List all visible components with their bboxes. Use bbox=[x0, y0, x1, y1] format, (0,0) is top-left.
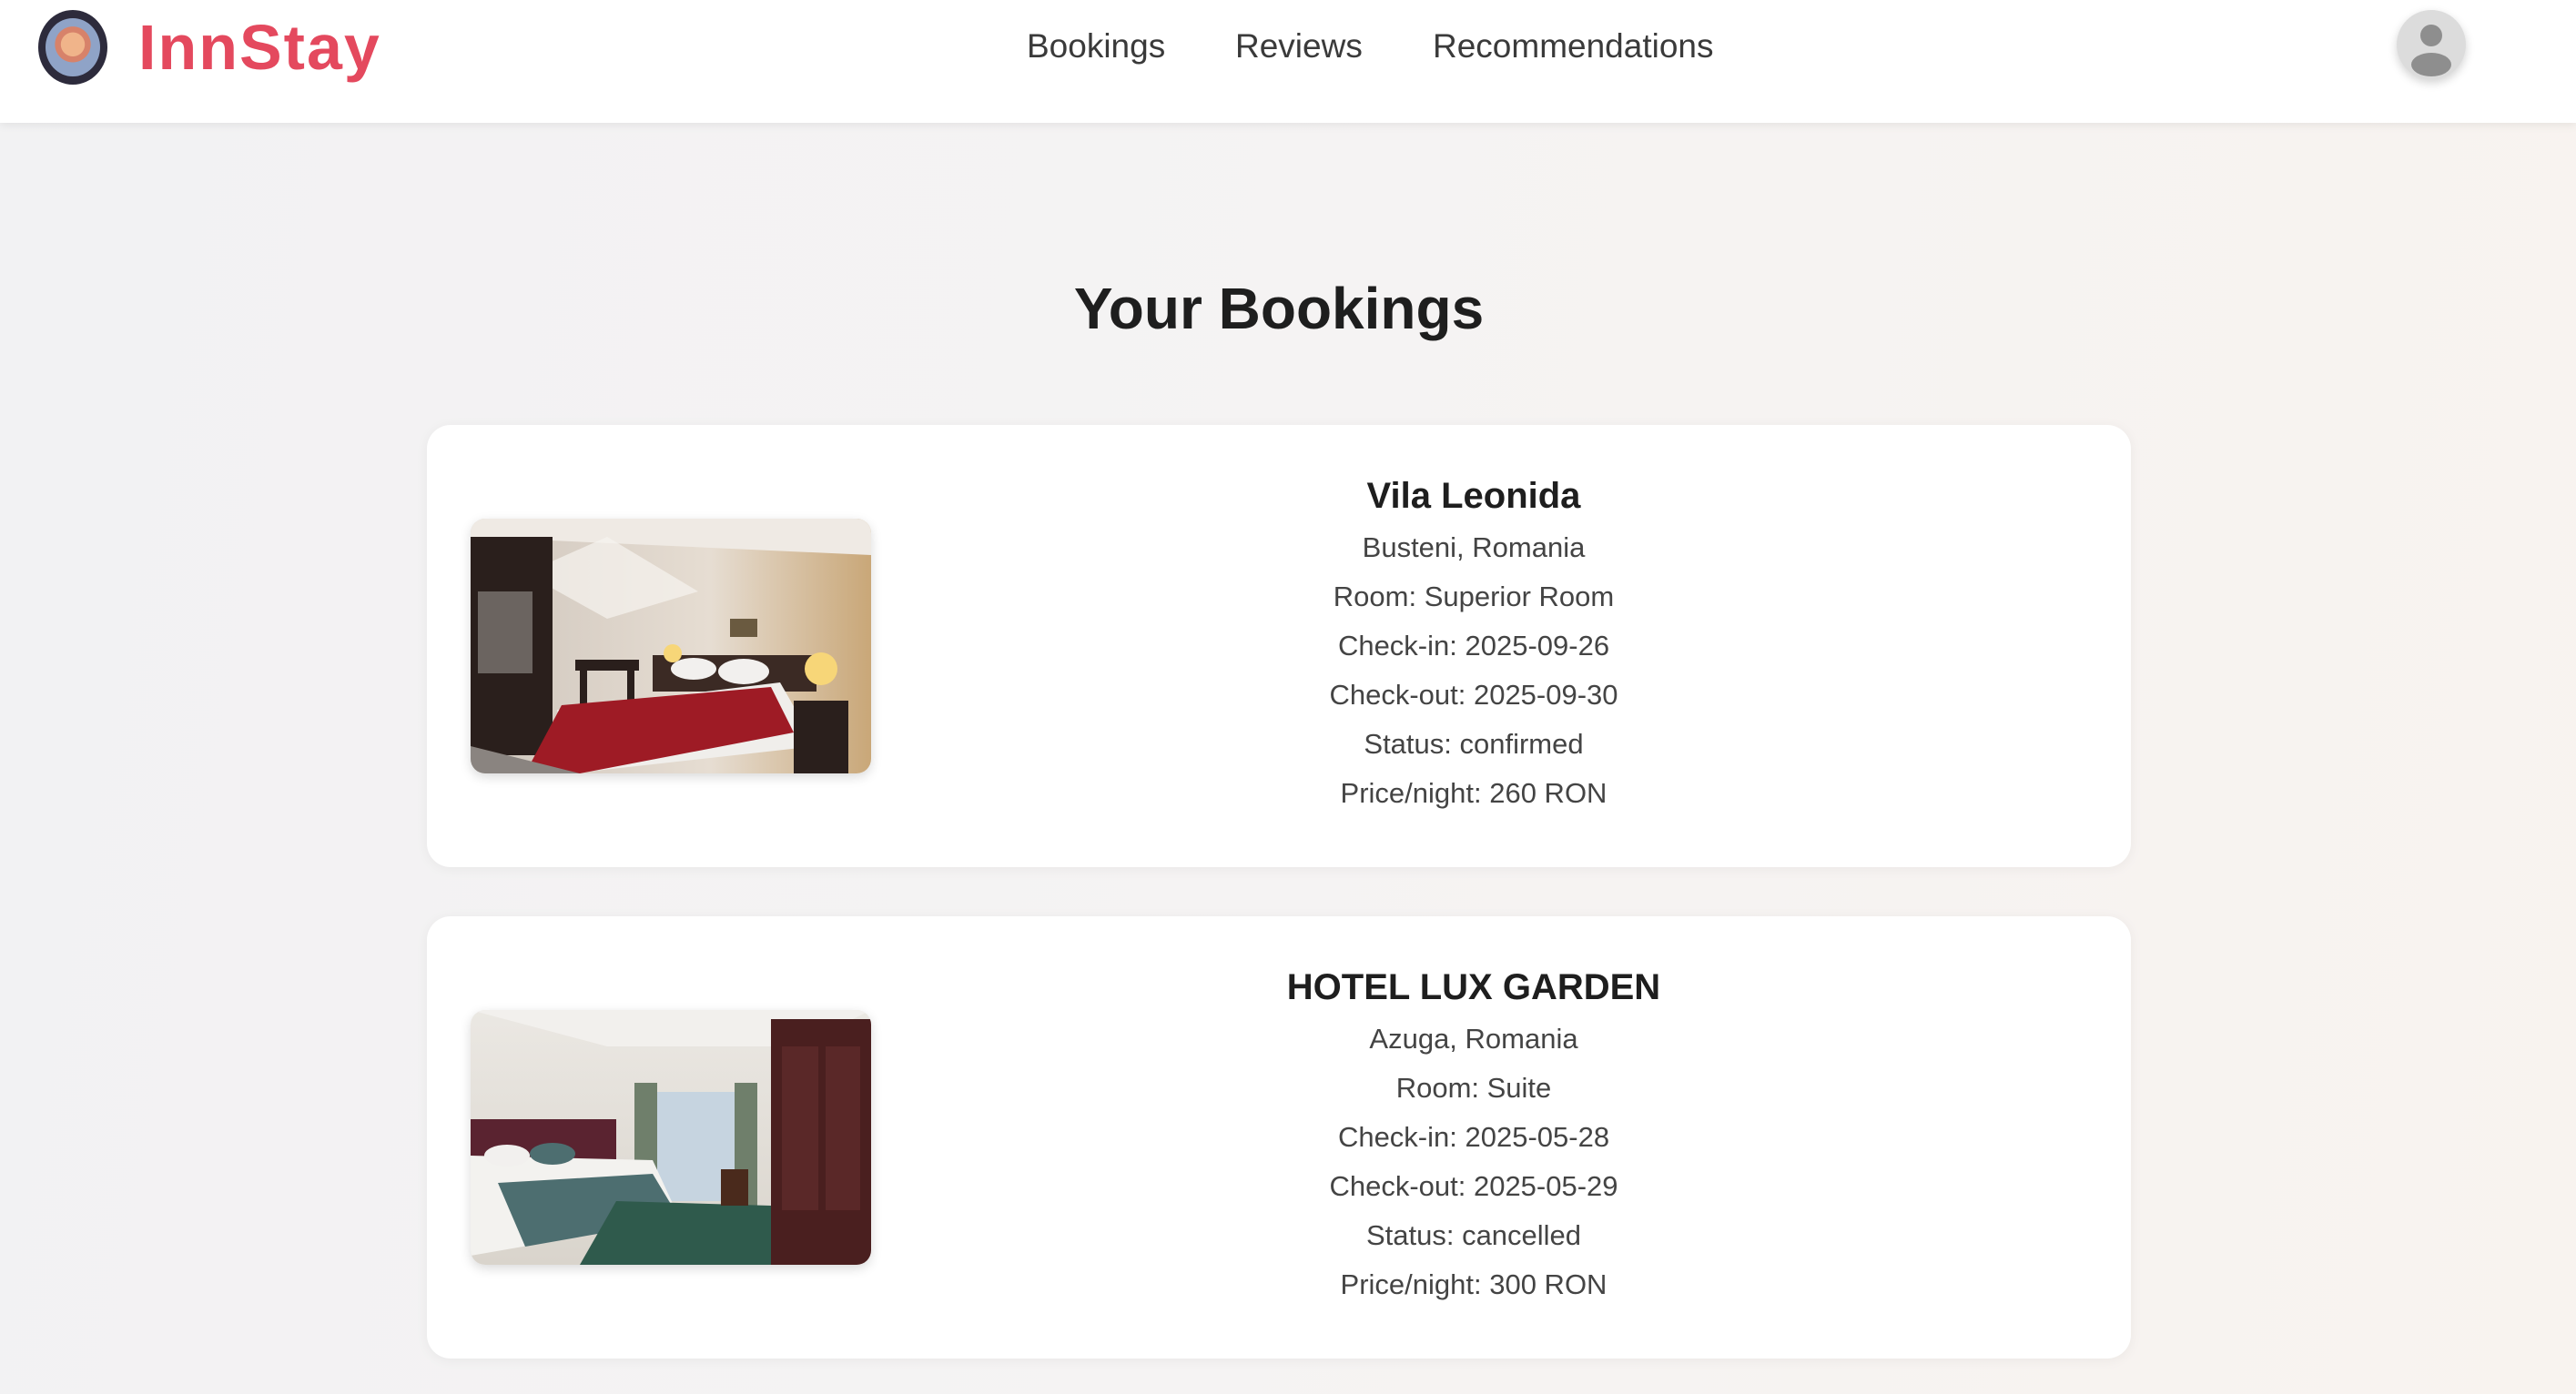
nav-recommendations[interactable]: Recommendations bbox=[1433, 27, 1713, 66]
hotel-location: Azuga, Romania bbox=[1369, 1023, 1578, 1055]
hotel-location: Busteni, Romania bbox=[1362, 531, 1586, 563]
check-in-date: Check-in: 2025-09-26 bbox=[1337, 630, 1610, 662]
check-in-date: Check-in: 2025-05-28 bbox=[1337, 1121, 1610, 1153]
room-type: Room: Suite bbox=[1395, 1072, 1552, 1104]
price-per-night: Price/night: 260 RON bbox=[1340, 777, 1607, 809]
room-photo bbox=[471, 519, 871, 773]
check-out-date: Check-out: 2025-05-29 bbox=[1329, 1170, 1618, 1202]
top-navbar: InnStay Bookings Reviews Recommendations bbox=[0, 0, 2576, 123]
brand-logo-icon[interactable] bbox=[38, 10, 107, 85]
nav-bookings[interactable]: Bookings bbox=[1027, 27, 1165, 66]
nav-reviews[interactable]: Reviews bbox=[1235, 27, 1363, 66]
booking-status: Status: cancelled bbox=[1365, 1219, 1582, 1251]
user-avatar-icon[interactable] bbox=[2397, 10, 2466, 79]
hotel-name[interactable]: HOTEL LUX GARDEN bbox=[1064, 960, 1883, 1015]
booking-card: HOTEL LUX GARDEN Azuga, Romania Room: Su… bbox=[427, 916, 2131, 1359]
hotel-name[interactable]: Vila Leonida bbox=[1064, 469, 1883, 523]
check-out-date: Check-out: 2025-09-30 bbox=[1329, 679, 1618, 711]
brand-name[interactable]: InnStay bbox=[138, 11, 381, 84]
price-per-night: Price/night: 300 RON bbox=[1340, 1268, 1607, 1300]
booking-card: Vila Leonida Busteni, Romania Room: Supe… bbox=[427, 425, 2131, 867]
booking-details: Vila Leonida Busteni, Romania Room: Supe… bbox=[1064, 469, 1883, 818]
booking-status: Status: confirmed bbox=[1364, 728, 1584, 760]
room-type: Room: Superior Room bbox=[1333, 581, 1615, 612]
page-title: Your Bookings bbox=[1073, 276, 1485, 341]
room-photo bbox=[471, 1010, 871, 1265]
booking-details: HOTEL LUX GARDEN Azuga, Romania Room: Su… bbox=[1064, 960, 1883, 1309]
